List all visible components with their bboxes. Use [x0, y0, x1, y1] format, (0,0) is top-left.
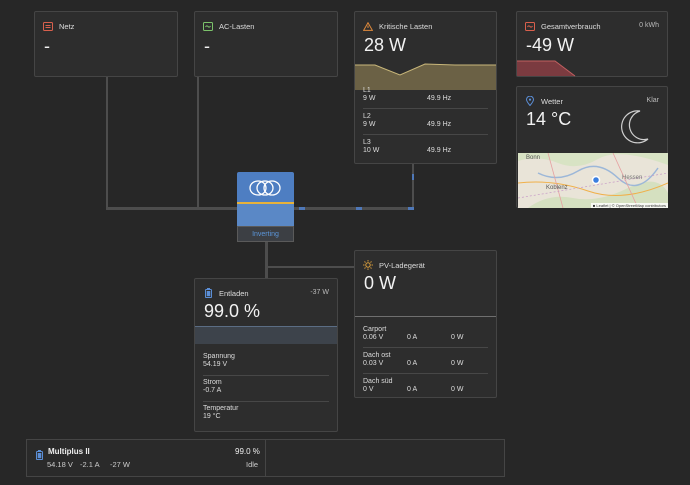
- flow-indicator: [356, 207, 362, 210]
- location-pin-icon: [525, 96, 535, 106]
- connector-bus-right: [294, 207, 414, 210]
- ac-lasten-card[interactable]: AC-Lasten -: [194, 11, 338, 77]
- gesamtverbrauch-card[interactable]: Gesamtverbrauch 0 kWh -49 W: [516, 11, 668, 77]
- kritische-lasten-card[interactable]: Kritische Lasten 28 W L1 9 W 49.9 Hz L2 9…: [354, 11, 497, 164]
- connector-ac-lasten: [197, 77, 199, 210]
- inverter-status: Inverting: [252, 230, 279, 238]
- wetter-temperature: 14 °C: [526, 109, 572, 129]
- wetter-card[interactable]: Wetter Klar 14 °C Bonn Koblenz Hessen ■ …: [516, 86, 668, 208]
- ac-loads-icon: [203, 21, 213, 31]
- sun-icon: [363, 260, 373, 270]
- pv-card[interactable]: PV-Ladegerät 0 W Carport 0.06 V0 A0 W Da…: [354, 250, 497, 398]
- kritische-lasten-value: 28 W: [364, 35, 407, 55]
- divider: [363, 108, 488, 109]
- battery-card[interactable]: Entladen -37 W 99.0 % Spannung 54.19 V S…: [194, 278, 338, 432]
- kritische-lasten-sparkline: [355, 63, 496, 90]
- netz-card[interactable]: Netz -: [34, 11, 178, 77]
- pv-row-dach-ost: Dach ost 0.03 V0 A0 W: [363, 352, 464, 367]
- pv-header: PV-Ladegerät: [363, 260, 425, 270]
- phase-row: L2 9 W 49.9 Hz: [363, 113, 452, 128]
- battery-row-voltage: Spannung 54.19 V: [203, 353, 235, 368]
- victron-logo-icon: [249, 180, 281, 196]
- multiplus-current: -2.1 A: [80, 460, 100, 469]
- gesamtverbrauch-energy: 0 kWh: [639, 22, 659, 29]
- battery-title: Entladen: [219, 288, 249, 298]
- map-label-koblenz: Koblenz: [546, 185, 568, 191]
- weather-condition: Klar: [646, 97, 659, 104]
- battery-icon: [203, 288, 213, 298]
- flow-indicator: [299, 207, 305, 210]
- map-label-bonn: Bonn: [526, 155, 541, 161]
- divider: [363, 373, 488, 374]
- multiplus-divider: [265, 440, 266, 476]
- battery-soc-bar: [195, 326, 337, 344]
- pv-value: 0 W: [364, 273, 397, 293]
- divider: [363, 347, 488, 348]
- flow-indicator: [412, 174, 414, 180]
- netz-value: -: [44, 36, 50, 56]
- connector-bus-left: [106, 207, 238, 210]
- divider: [363, 134, 488, 135]
- multiplus-power: -27 W: [110, 460, 131, 469]
- connector-battery: [265, 242, 268, 278]
- map-label-hessen: Hessen: [622, 175, 643, 181]
- netz-header: Netz: [43, 21, 74, 31]
- pv-row-carport: Carport 0.06 V0 A0 W: [363, 326, 464, 341]
- gesamtverbrauch-header: Gesamtverbrauch: [525, 21, 601, 31]
- pv-title: PV-Ladegerät: [379, 260, 425, 270]
- battery-row-current: Strom -0.7 A: [203, 379, 222, 394]
- map-attribution[interactable]: ■ Leaflet | © OpenStreetMap contributors: [590, 203, 668, 208]
- multiplus-panel[interactable]: Multiplus II 99.0 % 54.18 V -2.1 A -27 W…: [26, 439, 505, 477]
- phase-row: L1 9 W 49.9 Hz: [363, 87, 452, 102]
- netz-title: Netz: [59, 21, 75, 31]
- battery-icon: [36, 447, 43, 465]
- battery-soc: 99.0 %: [204, 301, 261, 321]
- pv-chart-baseline: [355, 316, 496, 317]
- kritische-lasten-title: Kritische Lasten: [379, 21, 433, 31]
- inverter-status-bar: Inverting: [237, 226, 294, 242]
- ac-lasten-title: AC-Lasten: [219, 21, 255, 31]
- gesamtverbrauch-title: Gesamtverbrauch: [541, 21, 601, 31]
- consumption-icon: [525, 21, 535, 31]
- ac-lasten-header: AC-Lasten: [203, 21, 254, 31]
- warning-triangle-icon: [363, 21, 373, 31]
- connector-kritische: [412, 164, 414, 210]
- wetter-header: Wetter: [525, 96, 563, 106]
- gesamtverbrauch-sparkline: [517, 60, 576, 77]
- gesamtverbrauch-value: -49 W: [526, 35, 575, 55]
- wetter-title: Wetter: [541, 96, 563, 106]
- multiplus-soc: 99.0 %: [235, 447, 260, 456]
- inverter-card[interactable]: Inverting: [237, 172, 294, 242]
- connector-pv: [265, 266, 355, 268]
- divider: [203, 375, 329, 376]
- flow-indicator: [408, 207, 414, 210]
- moon-icon: [621, 110, 649, 144]
- weather-map[interactable]: Bonn Koblenz Hessen ■ Leaflet | © OpenSt…: [518, 153, 668, 208]
- divider: [203, 401, 329, 402]
- multiplus-name: Multiplus II: [48, 447, 90, 456]
- connector-netz: [106, 77, 108, 210]
- inverter-lower: [237, 204, 294, 226]
- battery-row-temperature: Temperatur 19 °C: [203, 405, 239, 420]
- ac-lasten-value: -: [204, 36, 210, 56]
- phase-row: L3 10 W 49.9 Hz: [363, 139, 452, 154]
- map-tiles: [518, 153, 668, 208]
- pv-row-dach-sued: Dach süd 0 V0 A0 W: [363, 378, 464, 393]
- battery-power: -37 W: [310, 289, 329, 296]
- battery-header: Entladen: [203, 288, 249, 298]
- multiplus-voltage: 54.18 V: [47, 460, 73, 469]
- multiplus-state: Idle: [246, 460, 259, 469]
- grid-tower-icon: [43, 21, 53, 31]
- kritische-lasten-header: Kritische Lasten: [363, 21, 432, 31]
